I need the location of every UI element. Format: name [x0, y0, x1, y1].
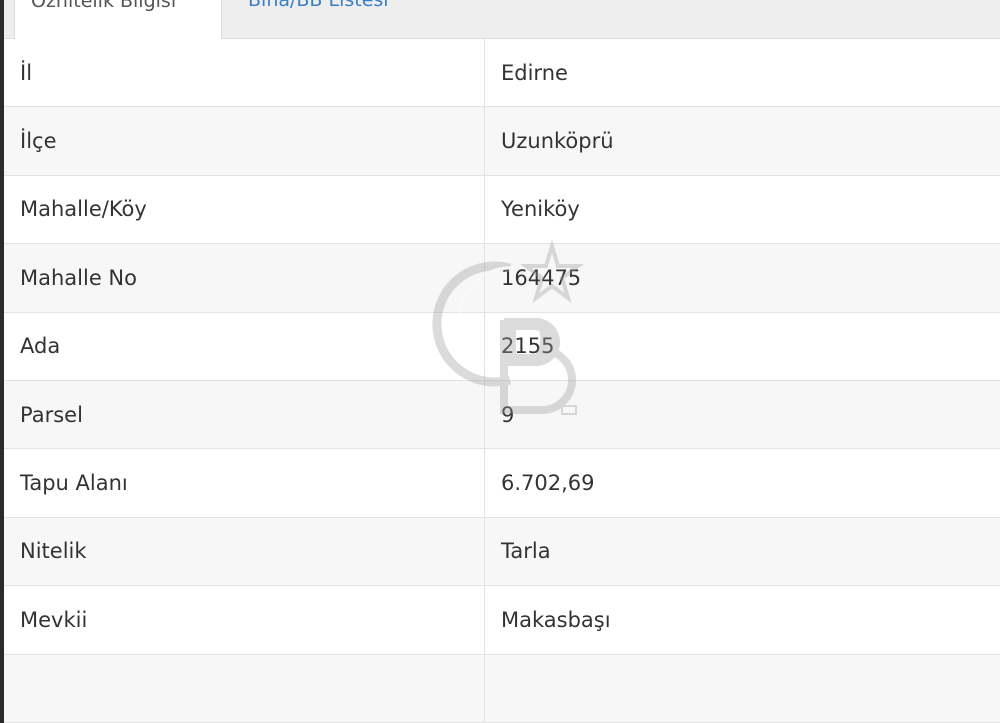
row-key: Mahalle No	[4, 244, 485, 312]
tab-attribute-info[interactable]: Öznitelik Bilgisi	[14, 0, 222, 39]
row-key: Tapu Alanı	[4, 449, 485, 517]
row-value: 164475	[501, 265, 582, 290]
row-value: Tarla	[501, 539, 551, 564]
row-key: Mahalle/Köy	[4, 175, 485, 244]
attribute-panel: Öznitelik Bilgisi Bina/BB Listesi İl Edi…	[4, 0, 1000, 723]
row-key	[4, 654, 485, 722]
attribute-table: İl Edirne İlçe Uzunköprü Mahalle/Köy Yen…	[4, 39, 1000, 723]
table-row	[4, 654, 1000, 723]
row-value: Edirne	[501, 60, 568, 85]
row-key: Ada	[4, 312, 485, 380]
tab-bar: Öznitelik Bilgisi Bina/BB Listesi	[4, 0, 1000, 39]
table-row: Tapu Alanı 6.702,69	[4, 449, 1000, 518]
table-row: Parsel 9	[4, 380, 1000, 450]
row-value: 6.702,69	[501, 471, 595, 496]
table-row: Nitelik Tarla	[4, 517, 1000, 587]
table-row: İlçe Uzunköprü	[4, 107, 1000, 176]
row-key: İl	[4, 39, 485, 107]
table-row: Mahalle No 164475	[4, 244, 1000, 313]
row-key: İlçe	[4, 107, 485, 175]
row-value: Uzunköprü	[501, 129, 614, 154]
row-value: Yeniköy	[501, 197, 580, 222]
row-value	[485, 655, 1000, 722]
table-row: İl Edirne	[4, 39, 1000, 108]
row-key: Nitelik	[4, 517, 485, 586]
table-row: Ada 2155	[4, 312, 1000, 381]
tab-building-list[interactable]: Bina/BB Listesi	[232, 0, 432, 28]
row-value: 9	[501, 402, 515, 427]
table-row: Mahalle/Köy Yeniköy	[4, 175, 1000, 245]
row-value: 2155	[501, 334, 555, 359]
row-key: Mevkii	[4, 586, 485, 654]
table-row: Mevkii Makasbaşı	[4, 586, 1000, 655]
row-key: Parsel	[4, 380, 485, 449]
row-value: Makasbaşı	[501, 607, 611, 632]
